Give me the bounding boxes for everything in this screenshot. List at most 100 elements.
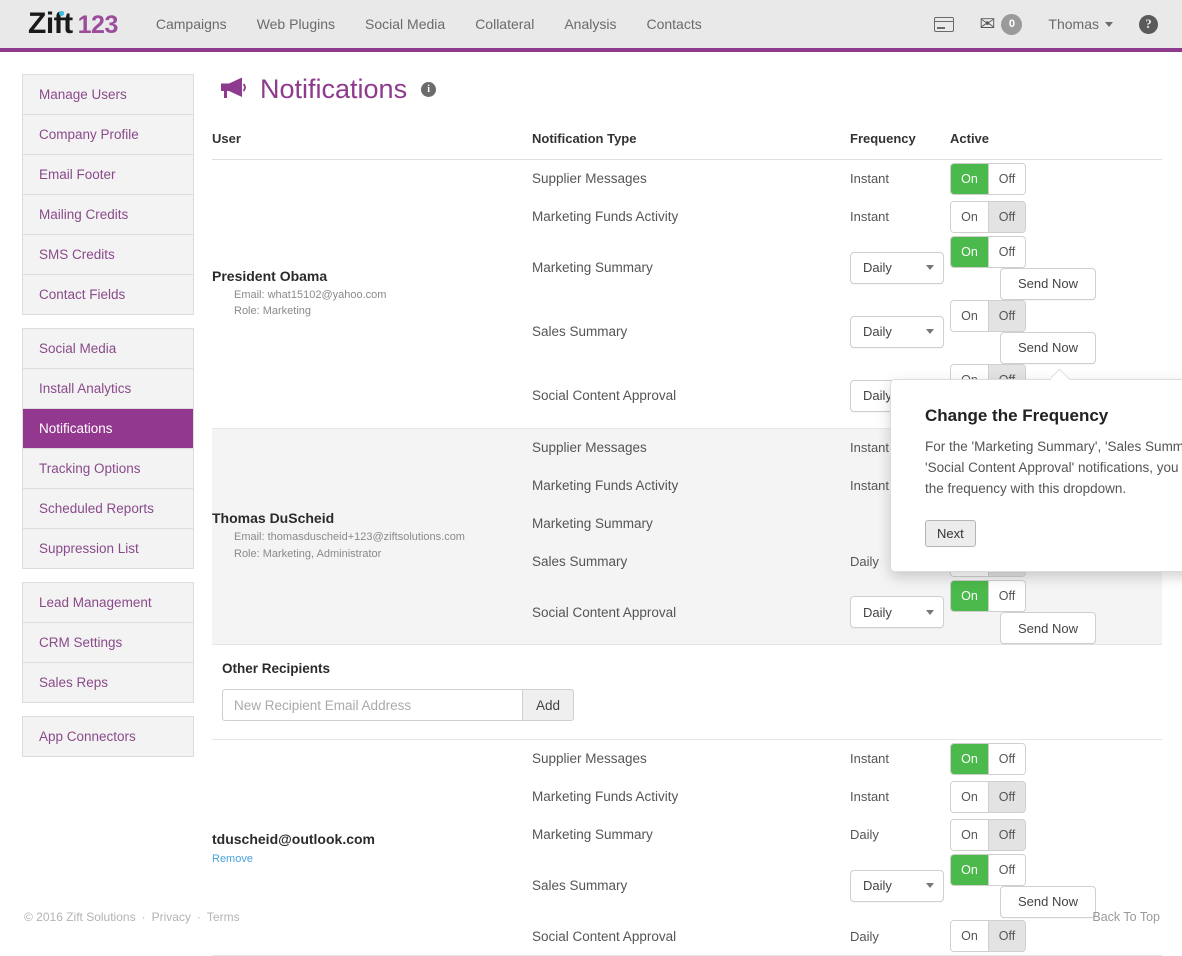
send-now-button[interactable]: Send Now <box>1000 267 1096 300</box>
sidebar-item-contact-fields[interactable]: Contact Fields <box>23 275 193 315</box>
active-toggle[interactable]: On Off <box>950 235 1026 268</box>
sidebar-item-install-analytics[interactable]: Install Analytics <box>23 369 193 409</box>
sidebar-item-crm-settings[interactable]: CRM Settings <box>23 623 193 663</box>
brand-logo[interactable]: Zift 123 <box>28 7 118 41</box>
nav-link-analysis[interactable]: Analysis <box>564 16 616 32</box>
table-row: tduscheid@outlook.com Remove Supplier Me… <box>212 740 1162 865</box>
toggle-on-option[interactable]: On <box>951 781 988 812</box>
toggle-off-option[interactable]: Off <box>988 300 1025 331</box>
toggle-on-option[interactable]: On <box>951 236 988 267</box>
sidebar-item-lead-management[interactable]: Lead Management <box>23 583 193 623</box>
frequency-cell: Daily <box>850 580 950 645</box>
toggle-off-option[interactable]: Off <box>988 201 1025 232</box>
toggle-on-option[interactable]: On <box>951 201 988 232</box>
sidebar-item-notifications[interactable]: Notifications <box>23 409 193 449</box>
sidebar-group-2: Social Media Install Analytics Notificat… <box>22 328 194 569</box>
notification-type: Supplier Messages <box>532 439 647 455</box>
other-recipients-heading-row: Other Recipients <box>212 645 1162 690</box>
sidebar-item-company-profile[interactable]: Company Profile <box>23 115 193 155</box>
frequency-select-value: Daily <box>863 388 892 403</box>
notification-type: Supplier Messages <box>532 751 647 767</box>
column-header-active: Active <box>950 131 1162 160</box>
active-toggle[interactable]: On Off <box>950 299 1026 332</box>
nav-link-social-media[interactable]: Social Media <box>365 16 445 32</box>
sidebar-item-sales-reps[interactable]: Sales Reps <box>23 663 193 703</box>
active-toggle[interactable]: On Off <box>950 162 1026 195</box>
frequency-select-value: Daily <box>863 324 892 339</box>
column-header-frequency: Frequency <box>850 131 950 160</box>
footer-separator-2: · <box>196 910 201 924</box>
sidebar-item-social-media[interactable]: Social Media <box>23 329 193 369</box>
help-icon[interactable]: ? <box>1139 14 1158 34</box>
nav-link-campaigns[interactable]: Campaigns <box>156 16 227 32</box>
add-recipient-button[interactable]: Add <box>522 689 574 721</box>
active-toggle[interactable]: On Off <box>950 200 1026 233</box>
nav-link-contacts[interactable]: Contacts <box>646 16 701 32</box>
sidebar-item-mailing-credits[interactable]: Mailing Credits <box>23 195 193 235</box>
toggle-on-option[interactable]: On <box>951 819 988 850</box>
column-header-notif-type: Notification Type <box>532 131 850 160</box>
nav-link-web-plugins[interactable]: Web Plugins <box>257 16 335 32</box>
toggle-off-option[interactable]: Off <box>988 236 1025 267</box>
notification-type: Supplier Messages <box>532 171 647 187</box>
credit-card-icon[interactable] <box>933 16 954 32</box>
active-toggle[interactable]: On Off <box>950 853 1026 886</box>
send-now-button[interactable]: Send Now <box>1000 612 1096 644</box>
active-cell: On Off Send Now <box>950 299 1162 364</box>
messages-button[interactable]: ✉ 0 <box>980 13 1023 35</box>
toggle-off-option[interactable]: Off <box>988 743 1025 774</box>
sidebar-item-email-footer[interactable]: Email Footer <box>23 155 193 195</box>
popover-next-button[interactable]: Next <box>925 519 976 547</box>
toggle-on-option[interactable]: On <box>951 743 988 774</box>
frequency-select[interactable]: Daily <box>850 596 944 628</box>
toggle-off-option[interactable]: Off <box>988 163 1025 194</box>
nav-link-collateral[interactable]: Collateral <box>475 16 534 32</box>
send-now-button[interactable]: Send Now <box>1000 331 1096 364</box>
footer-terms-link[interactable]: Terms <box>207 910 240 924</box>
active-cell: On Off <box>950 198 1162 236</box>
sidebar-group-3: Lead Management CRM Settings Sales Reps <box>22 582 194 703</box>
footer-privacy-link[interactable]: Privacy <box>152 910 191 924</box>
nav-right-cluster: ✉ 0 Thomas ? <box>933 13 1158 35</box>
user-menu[interactable]: Thomas <box>1048 16 1113 32</box>
sidebar-item-app-connectors[interactable]: App Connectors <box>23 717 193 757</box>
frequency-value: Instant <box>850 751 890 767</box>
info-icon[interactable]: i <box>421 82 437 97</box>
page-footer: © 2016 Zift Solutions · Privacy · Terms … <box>0 894 1182 940</box>
chevron-down-icon <box>926 883 934 888</box>
sidebar-item-scheduled-reports[interactable]: Scheduled Reports <box>23 489 193 529</box>
sidebar-item-suppression-list[interactable]: Suppression List <box>23 529 193 569</box>
sidebar: Manage Users Company Profile Email Foote… <box>22 74 194 956</box>
frequency-help-popover: × Change the Frequency For the 'Marketin… <box>890 379 1182 572</box>
toggle-off-option[interactable]: Off <box>988 854 1025 885</box>
active-cell: On Off <box>950 778 1162 816</box>
active-cell: On Off Send Now <box>950 235 1162 300</box>
active-toggle[interactable]: On Off <box>950 580 1026 612</box>
sidebar-item-tracking-options[interactable]: Tracking Options <box>23 449 193 489</box>
active-toggle[interactable]: On Off <box>950 742 1026 775</box>
chevron-down-icon <box>926 329 934 334</box>
frequency-select-value: Daily <box>863 260 892 275</box>
user-name: Thomas DuScheid <box>212 510 335 527</box>
frequency-select[interactable]: Daily <box>850 251 944 284</box>
remove-recipient-link[interactable]: Remove <box>212 853 253 865</box>
toggle-on-option[interactable]: On <box>951 300 988 331</box>
toggle-off-option[interactable]: Off <box>988 581 1025 611</box>
toggle-on-option[interactable]: On <box>951 581 988 611</box>
chevron-down-icon <box>926 609 934 615</box>
sidebar-item-manage-users[interactable]: Manage Users <box>23 75 193 115</box>
active-toggle[interactable]: On Off <box>950 780 1026 813</box>
toggle-off-option[interactable]: Off <box>988 781 1025 812</box>
toggle-off-option[interactable]: Off <box>988 819 1025 850</box>
notification-type: Social Content Approval <box>532 388 677 403</box>
toggle-on-option[interactable]: On <box>951 854 988 885</box>
sidebar-item-sms-credits[interactable]: SMS Credits <box>23 235 193 275</box>
notification-type: Marketing Funds Activity <box>532 789 679 804</box>
frequency-select[interactable]: Daily <box>850 315 944 348</box>
brand-zift-text: Zift <box>28 7 73 40</box>
frequency-value: Daily <box>850 827 879 842</box>
toggle-on-option[interactable]: On <box>951 163 988 194</box>
back-to-top-link[interactable]: Back To Top <box>1092 910 1160 924</box>
active-toggle[interactable]: On Off <box>950 818 1026 851</box>
new-recipient-email-input[interactable] <box>222 689 522 721</box>
